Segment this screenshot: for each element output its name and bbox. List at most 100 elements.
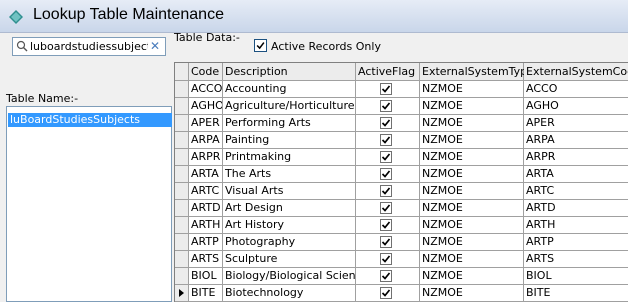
active-checkbox-checked-icon[interactable] xyxy=(380,236,392,248)
cell-externalsystemtype[interactable]: NZMOE xyxy=(420,149,524,166)
row-indicator[interactable] xyxy=(175,132,189,149)
cell-description[interactable]: Agriculture/Horticulture xyxy=(223,98,356,115)
cell-description[interactable]: Biotechnology xyxy=(223,285,356,302)
table-row[interactable]: ACCO Accounting NZMOE ACCO xyxy=(175,81,628,98)
cell-description[interactable]: Visual Arts xyxy=(223,183,356,200)
cell-activeflag[interactable] xyxy=(356,217,420,234)
cell-code[interactable]: APER xyxy=(189,115,223,132)
cell-code[interactable]: ARPR xyxy=(189,149,223,166)
cell-activeflag[interactable] xyxy=(356,234,420,251)
cell-code[interactable]: ARTP xyxy=(189,234,223,251)
cell-activeflag[interactable] xyxy=(356,200,420,217)
cell-code[interactable]: BITE xyxy=(189,285,223,302)
column-header-externalsystemtype[interactable]: ExternalSystemType xyxy=(420,63,534,81)
cell-activeflag[interactable] xyxy=(356,81,420,98)
row-indicator[interactable] xyxy=(175,234,189,251)
cell-externalsystemcode[interactable]: ACCO xyxy=(524,81,628,98)
active-checkbox-checked-icon[interactable] xyxy=(380,185,392,197)
row-indicator[interactable] xyxy=(175,149,189,166)
cell-externalsystemtype[interactable]: NZMOE xyxy=(420,98,524,115)
cell-externalsystemcode[interactable]: ARTP xyxy=(524,234,628,251)
cell-code[interactable]: ARTA xyxy=(189,166,223,183)
cell-activeflag[interactable] xyxy=(356,149,420,166)
table-row[interactable]: ARTH Art History NZMOE ARTH xyxy=(175,217,628,234)
cell-externalsystemcode[interactable]: ARTD xyxy=(524,200,628,217)
active-records-label[interactable]: Active Records Only xyxy=(271,40,381,53)
cell-externalsystemcode[interactable]: BITE xyxy=(524,285,628,302)
row-indicator[interactable] xyxy=(175,217,189,234)
active-checkbox-checked-icon[interactable] xyxy=(380,253,392,265)
table-list-item[interactable]: luBoardStudiesSubjects xyxy=(8,113,172,127)
cell-externalsystemcode[interactable]: ARTA xyxy=(524,166,628,183)
cell-description[interactable]: Art Design xyxy=(223,200,356,217)
table-row[interactable]: BIOLBiology/Biological SciencesNZMOEBIOL xyxy=(175,268,628,285)
active-checkbox-checked-icon[interactable] xyxy=(380,151,392,163)
cell-externalsystemcode[interactable]: ARPA xyxy=(524,132,628,149)
row-indicator[interactable] xyxy=(175,98,189,115)
cell-externalsystemtype[interactable]: NZMOE xyxy=(420,251,524,268)
active-checkbox-checked-icon[interactable] xyxy=(380,134,392,146)
active-checkbox-checked-icon[interactable] xyxy=(380,117,392,129)
clear-search-icon[interactable]: ✕ xyxy=(150,38,160,54)
cell-code[interactable]: AGHO xyxy=(189,98,223,115)
table-row[interactable]: ARTP Photography NZMOE ARTP xyxy=(175,234,628,251)
row-indicator[interactable] xyxy=(175,251,189,268)
column-header-code[interactable]: Code xyxy=(189,63,223,81)
table-row[interactable]: ARPR Printmaking NZMOE ARPR xyxy=(175,149,628,166)
table-row[interactable]: BITE Biotechnology NZMOE BITE xyxy=(175,285,628,302)
active-checkbox-checked-icon[interactable] xyxy=(380,202,392,214)
active-records-checkbox[interactable] xyxy=(254,39,267,52)
cell-externalsystemtype[interactable]: NZMOE xyxy=(420,166,524,183)
row-indicator[interactable] xyxy=(175,268,189,285)
cell-activeflag[interactable] xyxy=(356,285,420,302)
cell-externalsystemcode[interactable]: ARTH xyxy=(524,217,628,234)
cell-code[interactable]: ACCO xyxy=(189,81,223,98)
active-checkbox-checked-icon[interactable] xyxy=(380,219,392,231)
table-list[interactable]: luBoardStudiesSubjects xyxy=(6,106,172,302)
table-row[interactable]: ARTA The Arts NZMOE ARTA xyxy=(175,166,628,183)
row-indicator[interactable] xyxy=(175,200,189,217)
table-row[interactable]: APER Performing Arts NZMOE APER xyxy=(175,115,628,132)
cell-code[interactable]: ARTD xyxy=(189,200,223,217)
cell-externalsystemtype[interactable]: NZMOE xyxy=(420,234,524,251)
row-indicator[interactable] xyxy=(175,183,189,200)
cell-externalsystemtype[interactable]: NZMOE xyxy=(420,132,524,149)
column-header-activeflag[interactable]: ActiveFlag xyxy=(356,63,420,81)
cell-externalsystemcode[interactable]: AGHO xyxy=(524,98,628,115)
table-row[interactable]: ARTS Sculpture NZMOE ARTS xyxy=(175,251,628,268)
cell-code[interactable]: ARPA xyxy=(189,132,223,149)
row-indicator[interactable] xyxy=(175,285,189,302)
cell-externalsystemcode[interactable]: ARPR xyxy=(524,149,628,166)
cell-externalsystemtype[interactable]: NZMOE xyxy=(420,217,524,234)
active-checkbox-checked-icon[interactable] xyxy=(380,100,392,112)
cell-activeflag[interactable] xyxy=(356,115,420,132)
table-row[interactable]: ARTD Art Design NZMOE ARTD xyxy=(175,200,628,217)
data-grid[interactable]: Code Description ActiveFlag ExternalSyst… xyxy=(174,62,628,302)
active-checkbox-checked-icon[interactable] xyxy=(380,168,392,180)
cell-externalsystemtype[interactable]: NZMOE xyxy=(420,183,524,200)
cell-description[interactable]: Biology/Biological Sciences xyxy=(223,268,356,285)
cell-description[interactable]: Printmaking xyxy=(223,149,356,166)
cell-activeflag[interactable] xyxy=(356,132,420,149)
cell-description[interactable]: Performing Arts xyxy=(223,115,356,132)
cell-description[interactable]: Art History xyxy=(223,217,356,234)
active-checkbox-checked-icon[interactable] xyxy=(380,270,392,282)
table-row[interactable]: ARTC Visual Arts NZMOE ARTC xyxy=(175,183,628,200)
active-checkbox-checked-icon[interactable] xyxy=(380,287,392,299)
row-indicator[interactable] xyxy=(175,166,189,183)
cell-activeflag[interactable] xyxy=(356,183,420,200)
cell-activeflag[interactable] xyxy=(356,98,420,115)
cell-code[interactable]: ARTS xyxy=(189,251,223,268)
row-indicator[interactable] xyxy=(175,115,189,132)
active-checkbox-checked-icon[interactable] xyxy=(380,83,392,95)
cell-externalsystemtype[interactable]: NZMOE xyxy=(420,200,524,217)
table-search-box[interactable]: ✕ xyxy=(12,37,166,56)
cell-externalsystemcode[interactable]: ARTS xyxy=(524,251,628,268)
cell-externalsystemtype[interactable]: NZMOE xyxy=(420,285,524,302)
cell-code[interactable]: ARTH xyxy=(189,217,223,234)
row-indicator[interactable] xyxy=(175,81,189,98)
cell-externalsystemcode[interactable]: APER xyxy=(524,115,628,132)
cell-externalsystemcode[interactable]: BIOL xyxy=(524,268,628,285)
cell-externalsystemtype[interactable]: NZMOE xyxy=(420,115,524,132)
cell-description[interactable]: Photography xyxy=(223,234,356,251)
